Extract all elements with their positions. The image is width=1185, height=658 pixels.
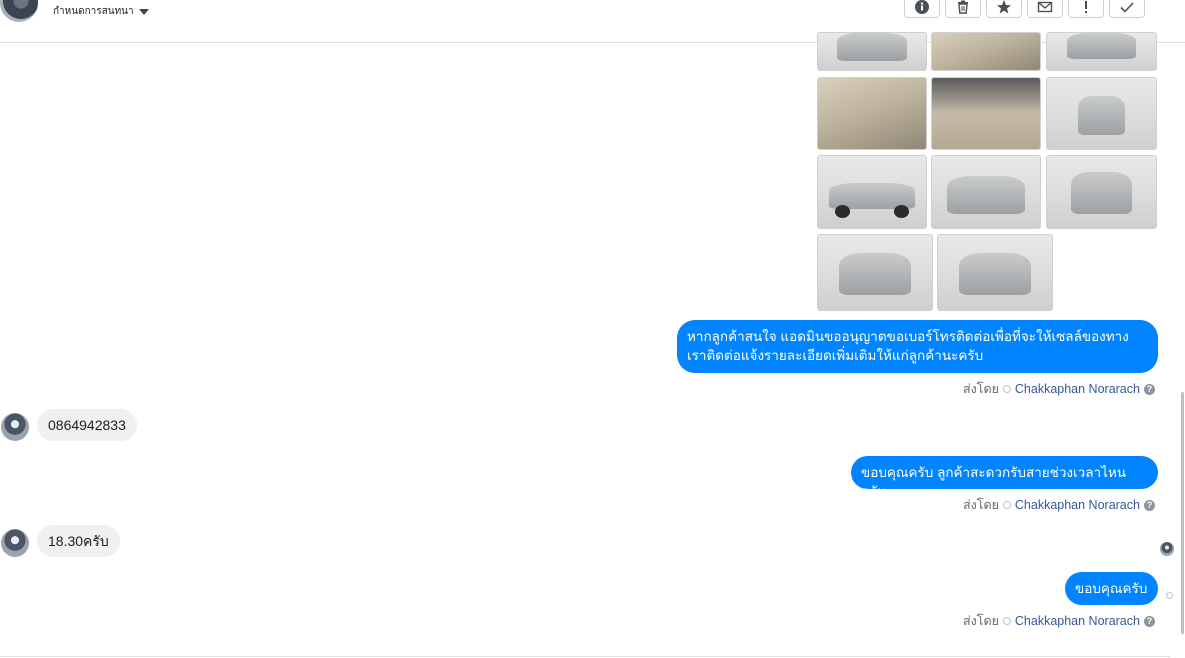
outgoing-message[interactable]: ขอบคุณครับ [1065,572,1158,605]
help-icon[interactable]: ? [1143,383,1155,395]
car-photo[interactable] [817,234,933,311]
sender-name-link[interactable]: Chakkaphan Norarach [1015,382,1140,396]
conversation-label-text: กำหนดการสนทนา [53,6,134,17]
message-text: หากลูกค้าสนใจ แอดมินขออนุญาตขอเบอร์โทรติ… [687,329,1129,363]
help-icon[interactable]: ? [1143,499,1155,511]
customer-avatar[interactable] [1,529,29,557]
message-text: ขอบคุณครับ [1075,581,1148,596]
car-photo[interactable] [931,77,1041,150]
outgoing-message[interactable]: หากลูกค้าสนใจ แอดมินขออนุญาตขอเบอร์โทรติ… [677,320,1158,373]
sender-name-link[interactable]: Chakkaphan Norarach [1015,614,1140,628]
car-photo[interactable] [1046,155,1157,229]
message-text: 18.30ครับ [48,533,109,549]
message-text: ขอบคุณครับ ลูกค้าสะดวกรับสายช่วงเวลาไหนค… [861,465,1126,499]
sent-by-prefix: ส่งโดย [963,382,999,396]
sent-status-icon [1002,501,1011,509]
message-text: 0864942833 [48,417,126,433]
car-photo[interactable] [1046,77,1157,150]
seen-by-avatar [1160,542,1174,556]
composer-divider [0,656,1170,657]
header-avatar[interactable] [0,0,38,22]
car-photo[interactable] [1046,32,1157,71]
incoming-message[interactable]: 0864942833 [37,409,137,441]
scrollbar-thumb[interactable] [1181,392,1184,634]
car-photo[interactable] [931,155,1041,229]
sent-status-icon [1002,385,1011,393]
photo-attachment-grid [817,0,1159,312]
sent-by-prefix: ส่งโดย [963,498,999,512]
car-photo[interactable] [817,77,927,150]
outgoing-message[interactable]: ขอบคุณครับ ลูกค้าสะดวกรับสายช่วงเวลาไหนค… [851,456,1158,499]
sent-by-info: ส่งโดย Chakkaphan Norarach ? [963,495,1155,515]
delivered-status-icon [1166,592,1173,599]
help-icon[interactable]: ? [1143,615,1155,627]
car-photo[interactable] [937,234,1053,311]
sent-by-info: ส่งโดย Chakkaphan Norarach ? [963,611,1155,631]
car-photo[interactable] [817,32,927,71]
customer-avatar[interactable] [1,413,29,441]
sent-status-icon [1002,617,1011,625]
sent-by-prefix: ส่งโดย [963,614,999,628]
sender-name-link[interactable]: Chakkaphan Norarach [1015,498,1140,512]
caret-down-icon [138,8,149,15]
incoming-message[interactable]: 18.30ครับ [37,525,120,557]
car-photo[interactable] [931,32,1041,71]
car-photo[interactable] [817,155,927,229]
sent-by-info: ส่งโดย Chakkaphan Norarach ? [963,379,1155,399]
conversation-label-dropdown[interactable]: กำหนดการสนทนา [53,4,149,19]
